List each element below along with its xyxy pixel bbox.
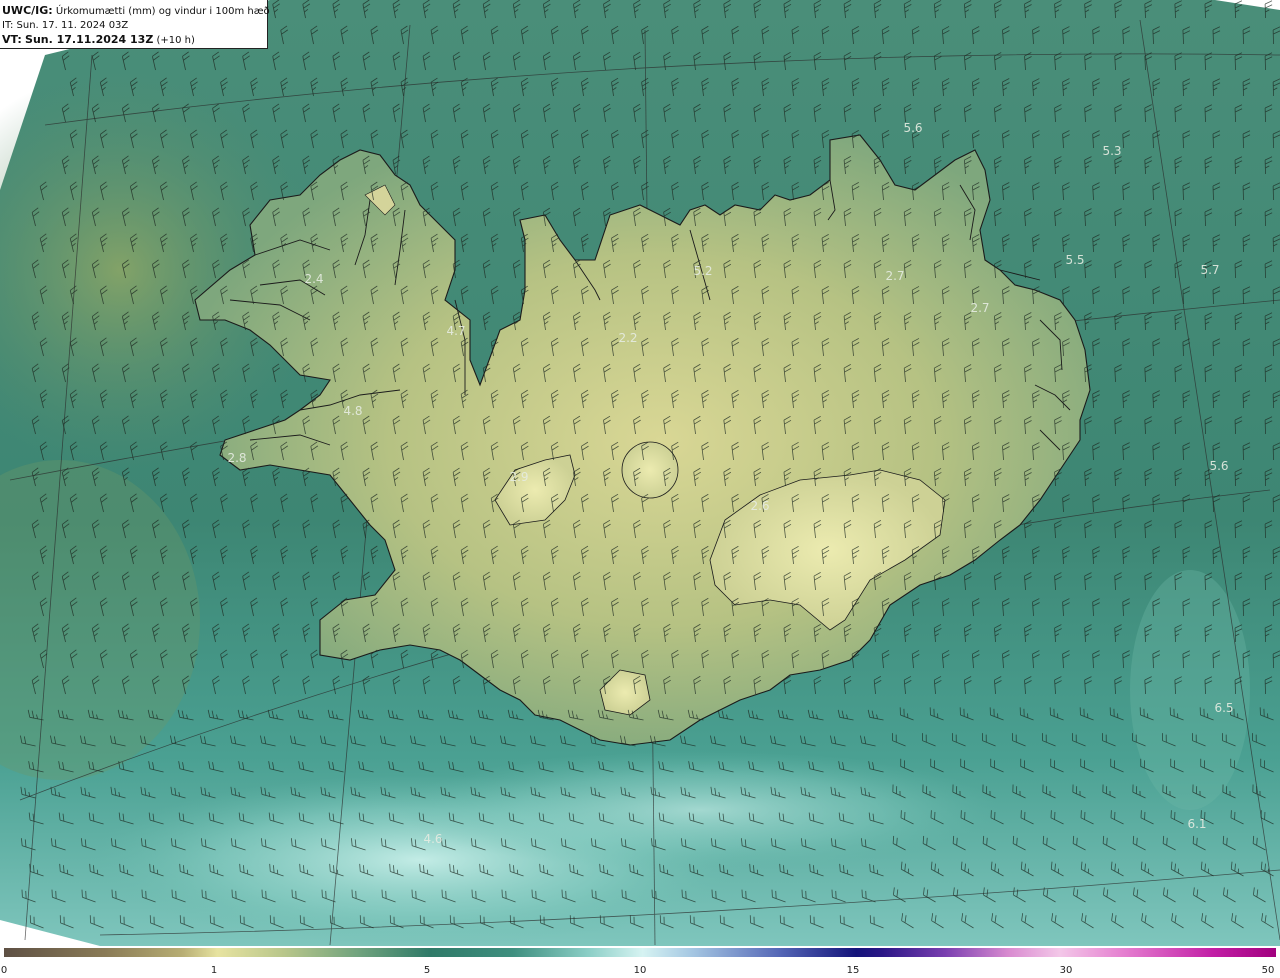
point-value: 2.2 xyxy=(618,331,637,345)
lead-time: (+10 h) xyxy=(156,35,195,46)
point-value: 2.9 xyxy=(509,470,528,484)
valid-time-label: VT: xyxy=(2,33,22,46)
legend-tick: 5 xyxy=(423,965,431,976)
valid-time-row: VT: Sun. 17.11.2024 13Z (+10 h) xyxy=(2,33,267,48)
forecast-info-box: UWC/IG: Úrkomumætti (mm) og vindur i 100… xyxy=(0,0,270,49)
init-time-row: IT: Sun. 17. 11. 2024 03Z xyxy=(2,19,267,33)
point-value: 5.7 xyxy=(1200,263,1219,277)
map-title: Úrkomumætti (mm) og vindur i 100m hæð xyxy=(55,6,270,17)
point-value: 6.5 xyxy=(1214,701,1233,715)
legend-tick: 0 xyxy=(0,965,8,976)
legend-tick: 1 xyxy=(210,965,218,976)
point-value: 5.5 xyxy=(1065,253,1084,267)
legend-tick: 15 xyxy=(846,965,860,976)
precipitation-map: 5.6 5.3 5.2 2.7 2.7 5.5 5.7 2.4 4.7 2.2 … xyxy=(0,0,1280,946)
point-value: 6.1 xyxy=(1187,817,1206,831)
product-code: UWC/IG: xyxy=(2,4,53,17)
point-value: 4.7 xyxy=(446,324,465,338)
legend-tick: 10 xyxy=(633,965,647,976)
legend-tick: 50 xyxy=(1261,965,1275,976)
point-value: 5.6 xyxy=(903,121,922,135)
point-value: 2.8 xyxy=(227,451,246,465)
point-value: 4.8 xyxy=(343,404,362,418)
point-value: 4.6 xyxy=(423,832,442,846)
init-time-value: Sun. 17. 11. 2024 03Z xyxy=(16,20,129,31)
legend-gradient xyxy=(4,948,1276,957)
point-value: 5.2 xyxy=(693,264,712,278)
point-value: 5.6 xyxy=(1209,459,1228,473)
point-value: 2.6 xyxy=(750,499,769,513)
point-value: 2.7 xyxy=(970,301,989,315)
map-panel: 5.6 5.3 5.2 2.7 2.7 5.5 5.7 2.4 4.7 2.2 … xyxy=(0,0,1280,946)
valid-time-value: Sun. 17.11.2024 13Z xyxy=(25,33,154,46)
point-value: 2.4 xyxy=(304,272,323,286)
point-value: 5.3 xyxy=(1102,144,1121,158)
init-time-label: IT: xyxy=(2,20,14,31)
legend-tick: 30 xyxy=(1059,965,1073,976)
title-row: UWC/IG: Úrkomumætti (mm) og vindur i 100… xyxy=(2,4,270,19)
point-value: 2.7 xyxy=(885,269,904,283)
color-legend: 0 1 5 10 15 30 50 xyxy=(0,946,1280,978)
